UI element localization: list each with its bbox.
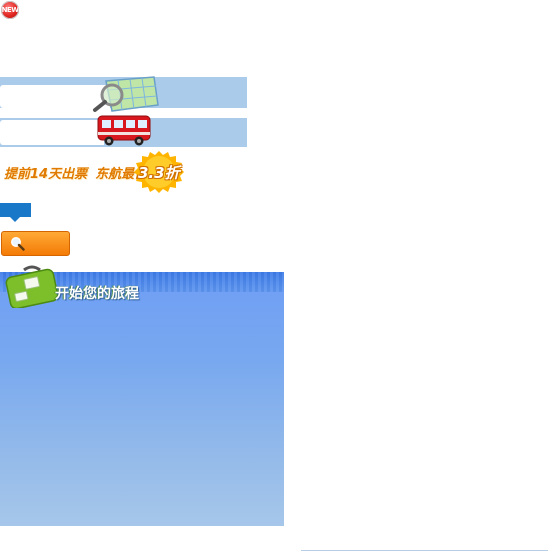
small-blue-tab[interactable] bbox=[0, 203, 31, 222]
search-button[interactable] bbox=[1, 231, 70, 256]
divider bbox=[301, 550, 548, 551]
journey-panel bbox=[0, 272, 284, 526]
new-badge-icon: NEW bbox=[1, 1, 19, 19]
journey-title: 开始您的旅程 bbox=[55, 286, 139, 302]
travel-bag-icon bbox=[5, 265, 59, 308]
bus-icon bbox=[97, 115, 151, 146]
promo-text: 提前14天出票 东航最低 bbox=[4, 163, 147, 182]
discount-text: 3.3折 bbox=[138, 164, 180, 182]
bus-search-tab[interactable] bbox=[0, 120, 104, 145]
map-magnifier-icon bbox=[93, 76, 159, 112]
discount-sticker-icon: 3.3折 bbox=[133, 150, 185, 194]
promo-left-text: 提前14天出票 bbox=[4, 167, 88, 182]
search-icon bbox=[10, 236, 25, 251]
